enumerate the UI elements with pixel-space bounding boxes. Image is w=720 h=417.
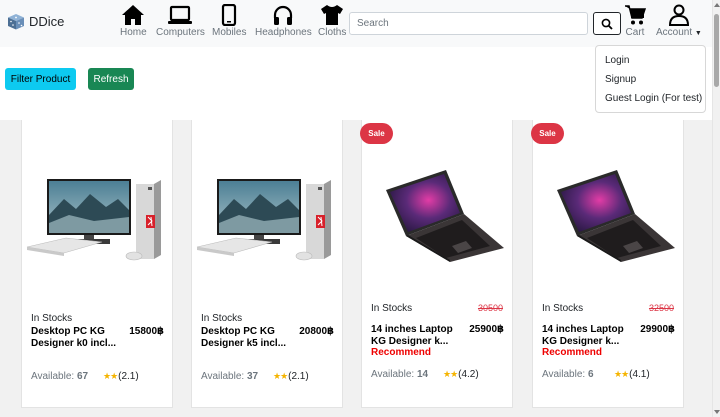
star-rating-icon: ★★ (273, 371, 288, 381)
product-name[interactable]: Desktop PC KG Designer k5 incl... (201, 326, 297, 350)
brand-name: DDice (29, 14, 65, 29)
star-rating-icon: ★★ (103, 371, 118, 381)
available-count: 6 (587, 369, 594, 380)
rating-value: (2.1) (288, 371, 309, 382)
sale-badge: Sale (360, 123, 393, 144)
product-price: 25900฿ (469, 324, 504, 335)
nav-headphones-label: Headphones (255, 27, 312, 38)
nav-account[interactable]: Account ▼ (656, 4, 702, 38)
stock-status: In Stocks (371, 303, 413, 314)
dropdown-guest-login[interactable]: Guest Login (For test) (596, 93, 705, 112)
dropdown-login[interactable]: Login (596, 55, 705, 74)
rating: ★★(4.2) (443, 369, 479, 380)
product-card[interactable]: In Stocks Desktop PC KG Designer k0 incl… (21, 120, 173, 408)
product-card[interactable]: Sale In Stocks 30500 14 inches Laptop KG… (360, 120, 513, 408)
home-icon (122, 5, 145, 25)
nav-mobiles[interactable]: Mobiles (212, 4, 246, 38)
nav-headphones[interactable]: Headphones (255, 4, 312, 38)
stock-status: In Stocks (31, 313, 73, 324)
scroll-up-icon[interactable] (714, 3, 720, 7)
refresh-button[interactable]: Refresh (88, 68, 134, 90)
star-rating-icon: ★★ (614, 369, 629, 379)
dice-logo-icon (8, 14, 24, 30)
laptop-icon (168, 5, 193, 24)
availability: Available: 37 (201, 371, 258, 382)
product-price: 29900฿ (640, 324, 675, 335)
nav-mobiles-label: Mobiles (212, 27, 247, 38)
desktop-pc-image (26, 179, 161, 261)
search-icon (601, 18, 613, 30)
rating: ★★(4.1) (614, 369, 650, 380)
nav-computers-label: Computers (156, 27, 205, 38)
original-price: 30500 (477, 303, 503, 313)
tshirt-icon (321, 5, 344, 25)
rating: ★★(2.1) (273, 371, 309, 382)
available-count: 14 (416, 369, 429, 380)
rating-value: (4.2) (458, 369, 479, 380)
availability: Available: 14 (371, 369, 428, 380)
nav-account-label: Account ▼ (656, 27, 702, 38)
original-price: 32500 (648, 303, 674, 313)
brand[interactable]: DDice (7, 13, 64, 30)
product-price: 15800฿ (129, 326, 164, 337)
available-label: Available: (371, 369, 415, 380)
search-button[interactable] (593, 12, 621, 35)
rating-value: (2.1) (118, 371, 139, 382)
recommend-label: Recommend (371, 347, 432, 358)
available-count: 67 (76, 371, 89, 382)
recommend-label: Recommend (542, 347, 603, 358)
product-name[interactable]: 14 inches Laptop KG Designer k... (371, 324, 467, 348)
nav-cart-label: Cart (625, 27, 645, 38)
product-card[interactable]: In Stocks Desktop PC KG Designer k5 incl… (191, 120, 343, 408)
account-dropdown: Login Signup Guest Login (For test) (595, 45, 706, 113)
laptop-image (386, 170, 504, 262)
phone-icon (222, 4, 237, 26)
nav-computers[interactable]: Computers (156, 4, 205, 38)
headphones-icon (274, 5, 293, 25)
caret-down-icon: ▼ (694, 30, 702, 37)
nav-home[interactable]: Home (120, 4, 147, 38)
page-scrollbar[interactable] (712, 0, 720, 417)
available-count: 37 (246, 371, 259, 382)
scroll-down-icon[interactable] (714, 410, 720, 414)
stock-status: In Stocks (201, 313, 243, 324)
filter-product-button[interactable]: Filter Product (5, 68, 76, 90)
availability: Available: 6 (542, 369, 594, 380)
nav-home-label: Home (120, 27, 147, 38)
account-text: Account (656, 27, 693, 38)
nav-cloths[interactable]: Cloths (318, 4, 346, 38)
availability: Available: 67 (31, 371, 88, 382)
search-input[interactable] (349, 12, 588, 35)
stock-status: In Stocks (542, 303, 584, 314)
product-name[interactable]: 14 inches Laptop KG Designer k... (542, 324, 638, 348)
product-price: 20800฿ (299, 326, 334, 337)
laptop-image (557, 170, 675, 262)
nav-cart[interactable]: Cart (624, 4, 646, 38)
available-label: Available: (201, 371, 245, 382)
nav-cloths-label: Cloths (318, 27, 347, 38)
cart-icon (625, 5, 646, 25)
dropdown-signup[interactable]: Signup (596, 74, 705, 93)
scroll-thumb[interactable] (714, 14, 719, 87)
desktop-pc-image (196, 179, 331, 261)
available-label: Available: (542, 369, 586, 380)
user-icon (668, 4, 689, 26)
available-label: Available: (31, 371, 75, 382)
navbar: DDice Home Computers Mobiles Headphones (0, 0, 712, 47)
rating: ★★(2.1) (103, 371, 139, 382)
product-name[interactable]: Desktop PC KG Designer k0 incl... (31, 326, 127, 350)
star-rating-icon: ★★ (443, 369, 458, 379)
product-card[interactable]: Sale In Stocks 32500 14 inches Laptop KG… (531, 120, 684, 408)
sale-badge: Sale (531, 123, 564, 144)
rating-value: (4.1) (629, 369, 650, 380)
